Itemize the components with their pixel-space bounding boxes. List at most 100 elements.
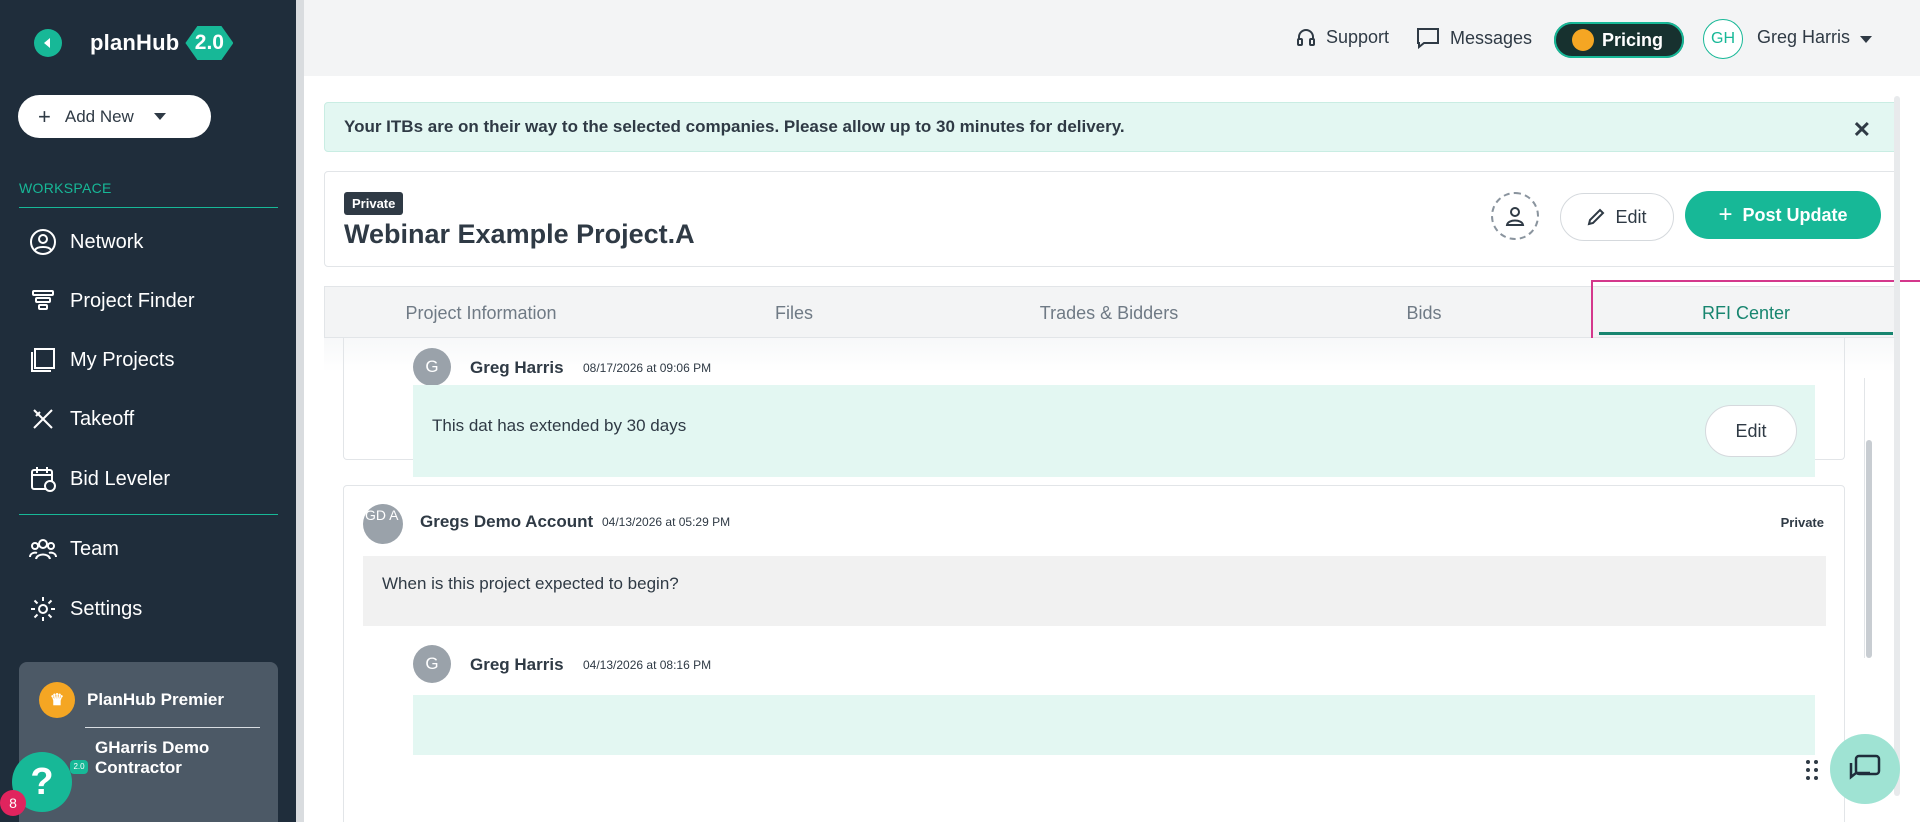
help-notification-count: 8	[0, 790, 26, 816]
sidebar-item-my-projects[interactable]: My Projects	[28, 343, 174, 377]
reply-author: Greg Harris	[470, 358, 564, 377]
crown-icon	[1572, 29, 1594, 51]
messages-label: Messages	[1450, 27, 1533, 48]
reply-time: 04/13/2026 at 08:16 PM	[583, 658, 712, 672]
rfi-thread: G Greg Harris 08/17/2026 at 09:06 PM Thi…	[304, 338, 1920, 822]
avatar: G	[413, 348, 451, 386]
topbar: Support Messages Pricing GH Greg Harris	[304, 0, 1920, 76]
avatar[interactable]: GH	[1703, 19, 1743, 59]
notice-banner: Your ITBs are on their way to the select…	[324, 102, 1900, 152]
support-label: Support	[1326, 27, 1390, 47]
logo-text: planHub	[90, 30, 180, 55]
question-text: When is this project expected to begin?	[363, 556, 1826, 626]
sidebar-item-label: Takeoff	[70, 407, 135, 430]
drag-handle-icon[interactable]	[1806, 760, 1820, 782]
question-time: 04/13/2026 at 05:29 PM	[602, 515, 731, 529]
pencil-icon	[1587, 208, 1605, 226]
edit-project-button[interactable]: Edit	[1560, 193, 1674, 241]
chat-bubble-icon	[1416, 27, 1440, 49]
user-icon	[1505, 207, 1525, 226]
sidebar-item-label: My Projects	[70, 348, 175, 371]
sidebar-item-label: Network	[70, 230, 144, 253]
visibility-tag: Private	[1780, 515, 1824, 530]
visibility-tag: Private	[344, 192, 404, 215]
chat-widget-button[interactable]	[1830, 734, 1900, 804]
sidebar-item-network[interactable]: Network	[28, 225, 143, 259]
company-name: GHarris Demo Contractor	[95, 738, 210, 777]
add-new-label: Add New	[64, 106, 134, 126]
sidebar-item-takeoff[interactable]: Takeoff	[28, 402, 134, 436]
pricing-label: Pricing	[1602, 29, 1664, 50]
tab-bids[interactable]: Bids	[1267, 287, 1581, 339]
project-tabs: Project Information Files Trades & Bidde…	[324, 280, 1920, 346]
user-circle-icon	[28, 227, 58, 257]
workspace-label: WORKSPACE	[19, 180, 112, 196]
tab-project-information[interactable]: Project Information	[325, 287, 637, 339]
premier-label: PlanHub Premier	[87, 690, 224, 709]
reply-time: 08/17/2026 at 09:06 PM	[583, 361, 712, 375]
reply-text: This dat has extended by 30 days	[432, 416, 687, 435]
tab-trades-bidders[interactable]: Trades & Bidders	[951, 287, 1267, 339]
close-icon[interactable]: ✕	[1853, 117, 1871, 143]
filter-icon	[28, 286, 58, 316]
sidebar: planHub 2.0 + Add New WORKSPACE Network …	[0, 0, 296, 822]
gear-icon	[28, 594, 58, 624]
post-update-label: Post Update	[1742, 204, 1848, 225]
avatar: GD A	[363, 504, 403, 544]
page-title: Webinar Example Project.A	[344, 219, 695, 249]
chat-bubble-icon	[1849, 754, 1881, 780]
calendar-icon	[28, 464, 58, 494]
tab-highlight-outline	[1591, 280, 1920, 346]
user-name[interactable]: Greg Harris	[1757, 27, 1850, 48]
headset-icon	[1296, 28, 1316, 48]
divider	[19, 207, 278, 208]
question-author: Gregs Demo Account	[420, 512, 594, 531]
rfi-question-card: GD A Gregs Demo Account 04/13/2026 at 05…	[343, 485, 1845, 822]
sidebar-item-label: Bid Leveler	[70, 467, 171, 490]
edit-label: Edit	[1615, 206, 1647, 227]
sidebar-item-bid-leveler[interactable]: Bid Leveler	[28, 462, 170, 496]
reply-bubble: This dat has extended by 30 days Edit	[413, 385, 1815, 477]
sidebar-item-label: Project Finder	[70, 289, 195, 312]
tab-files[interactable]: Files	[637, 287, 951, 339]
projects-icon	[28, 345, 58, 375]
plus-icon: +	[1718, 201, 1733, 228]
logo-version-badge: 2.0	[185, 26, 234, 60]
team-icon	[28, 534, 58, 564]
thread-scroll-thumb[interactable]	[1866, 440, 1872, 658]
crown-icon: ♛	[39, 682, 75, 718]
sidebar-item-label: Settings	[70, 597, 143, 620]
divider	[85, 727, 260, 728]
rfi-reply-card: G Greg Harris 08/17/2026 at 09:06 PM Thi…	[343, 338, 1845, 477]
sidebar-item-label: Team	[70, 537, 119, 560]
avatar: G	[413, 645, 451, 683]
premier-row: ♛ PlanHub Premier	[39, 682, 224, 718]
pricing-button[interactable]: Pricing	[1554, 22, 1684, 58]
chevron-left-icon	[44, 38, 50, 48]
sidebar-item-settings[interactable]: Settings	[28, 592, 142, 626]
assign-user-button[interactable]	[1491, 192, 1539, 240]
add-new-button[interactable]: + Add New	[18, 95, 211, 138]
ruler-pencil-icon	[28, 404, 58, 434]
collapse-sidebar-button[interactable]	[34, 29, 62, 57]
support-link[interactable]: Support	[1296, 27, 1389, 48]
sidebar-item-team[interactable]: Team	[28, 532, 119, 566]
main-content: Your ITBs are on their way to the select…	[304, 76, 1920, 822]
messages-link[interactable]: Messages	[1416, 27, 1532, 49]
chevron-down-icon	[153, 113, 166, 120]
post-update-button[interactable]: + Post Update	[1685, 191, 1881, 239]
divider	[19, 514, 278, 515]
plus-icon: +	[38, 103, 51, 129]
question-icon: ?	[30, 760, 54, 803]
help-mini-badge: 2.0	[70, 760, 88, 774]
brand: planHub 2.0	[34, 26, 234, 60]
notice-text: Your ITBs are on their way to the select…	[344, 117, 1125, 136]
chevron-down-icon[interactable]	[1860, 36, 1872, 43]
project-header: Private Webinar Example Project.A Edit +…	[324, 171, 1900, 267]
sidebar-item-project-finder[interactable]: Project Finder	[28, 284, 195, 318]
reply-bubble	[413, 695, 1815, 755]
page-scrollbar[interactable]	[1894, 96, 1900, 796]
reply-author: Greg Harris	[470, 655, 564, 674]
sidebar-edge	[296, 0, 304, 822]
edit-reply-button[interactable]: Edit	[1705, 405, 1797, 457]
